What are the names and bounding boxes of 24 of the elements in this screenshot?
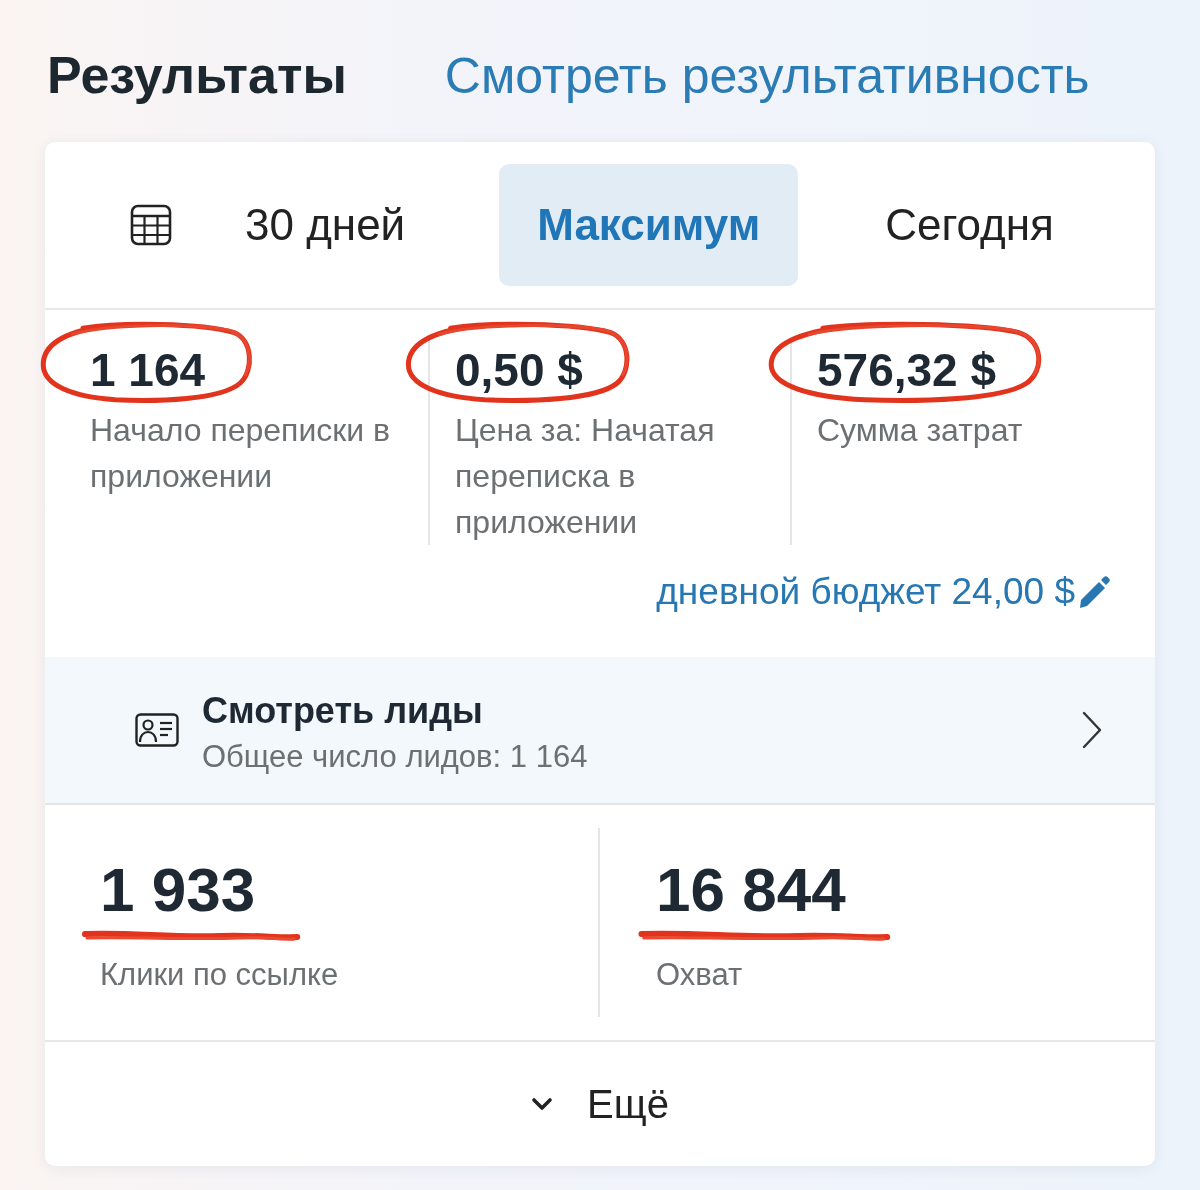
- id-card-icon: [135, 713, 179, 747]
- more-button[interactable]: Ещё: [531, 1080, 669, 1128]
- metric-label: Цена за: Начатая переписка в приложении: [455, 411, 716, 542]
- performance-link[interactable]: Смотреть результативность: [444, 51, 1090, 101]
- chevron-down-icon: [531, 1097, 554, 1111]
- metric-label: Начало переписки в приложении: [90, 411, 392, 496]
- leads-row[interactable]: Смотреть лиды Общее число лидов: 1 164: [45, 657, 1155, 805]
- calendar-icon[interactable]: [130, 204, 172, 246]
- period-tab[interactable]: 30 дней: [245, 200, 406, 250]
- stat-value: 1 933: [100, 855, 256, 925]
- period-tab[interactable]: Сегодня: [885, 200, 1054, 250]
- daily-budget-link[interactable]: дневной бюджет 24,00 $: [656, 570, 1110, 614]
- leads-count: Общее число лидов: 1 164: [202, 738, 588, 776]
- period-tab[interactable]: Максимум: [499, 164, 799, 286]
- stat-label: Охват: [656, 956, 743, 994]
- metric-label: Сумма затрат: [817, 411, 1023, 450]
- chevron-right-icon: [1082, 711, 1102, 749]
- metric-value: 0,50 $: [455, 345, 583, 395]
- stat-value: 16 844: [656, 855, 846, 925]
- metric-value: 1 164: [90, 345, 206, 395]
- leads-title: Смотреть лиды: [202, 689, 483, 733]
- stat-label: Клики по ссылке: [100, 956, 339, 994]
- pencil-icon: [1078, 575, 1110, 609]
- metric-value: 576,32 $: [817, 345, 997, 395]
